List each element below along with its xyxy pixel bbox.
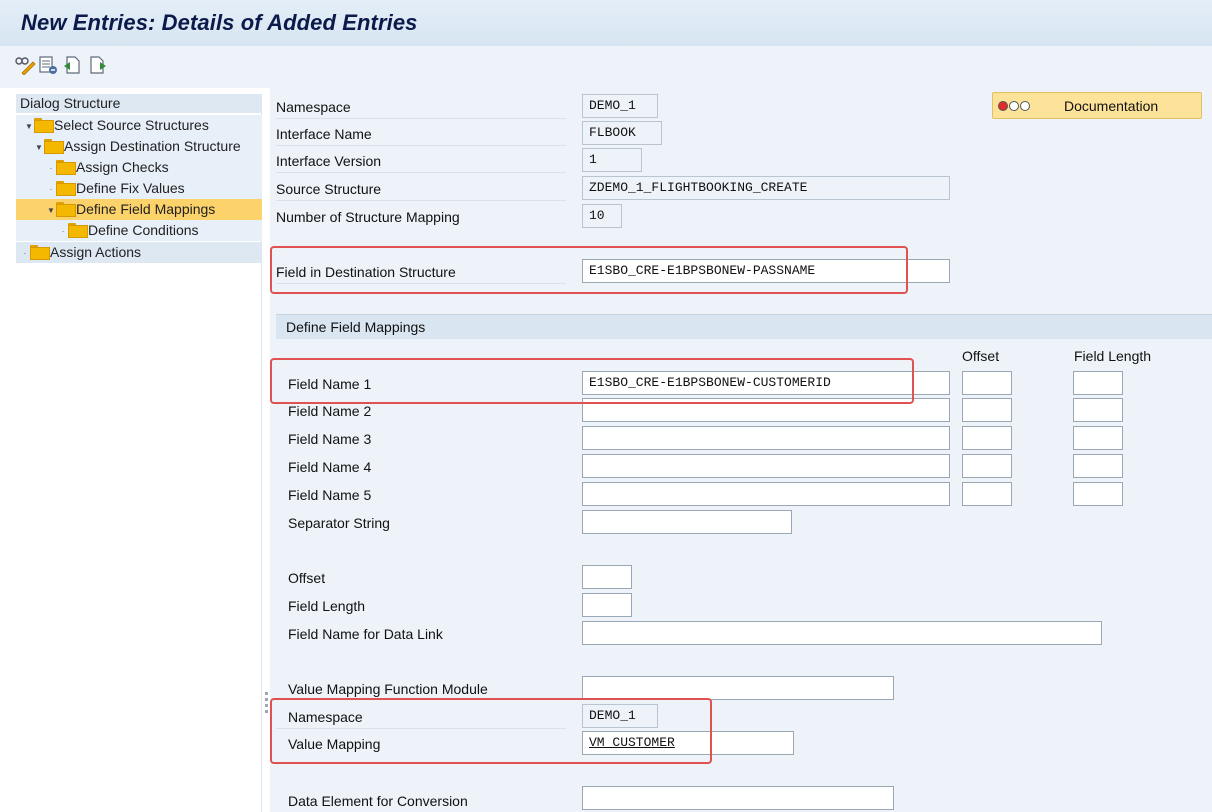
tree-item-assign-checks[interactable]: · Assign Checks [16,157,262,178]
row-divider [276,283,566,284]
field-name-4-length-input[interactable] [1073,454,1123,478]
expand-arrow-icon[interactable]: ▼ [24,116,34,137]
tree-item-define-conditions[interactable]: · Define Conditions [16,220,262,241]
data-link-label: Field Name for Data Link [288,626,443,642]
value-mapping-fm-label: Value Mapping Function Module [288,681,488,697]
offset-label: Offset [288,570,326,586]
tree-item-assign-actions[interactable]: · Assign Actions [16,242,262,263]
expand-arrow-icon[interactable]: ▼ [34,137,44,158]
source-structure-label: Source Structure [276,181,382,197]
field-length-label: Field Length [288,598,366,614]
field-name-2-input[interactable] [582,398,950,422]
separator-string-input[interactable] [582,510,792,534]
field-length-input[interactable] [582,593,632,617]
title-bar: New Entries: Details of Added Entries [0,0,1212,46]
folder-icon [56,160,76,175]
field-name-3-length-input[interactable] [1073,426,1123,450]
source-structure-field: ZDEMO_1_FLIGHTBOOKING_CREATE [582,176,950,200]
field-name-5-offset-input[interactable] [962,482,1012,506]
value-mapping-fm-input[interactable] [582,676,894,700]
page-title: New Entries: Details of Added Entries [21,10,418,35]
field-name-3-offset-input[interactable] [962,426,1012,450]
field-name-4-input[interactable] [582,454,950,478]
vm-namespace-field: DEMO_1 [582,704,658,728]
destination-field-input[interactable]: E1SBO_CRE-E1BPSBONEW-PASSNAME [582,259,950,283]
folder-icon [44,139,64,154]
field-name-1-length-input[interactable] [1073,371,1123,395]
field-name-2-length-input[interactable] [1073,398,1123,422]
field-name-3-input[interactable] [582,426,950,450]
open-folder-icon [56,202,76,217]
num-structure-mapping-label: Number of Structure Mapping [276,209,460,225]
dialog-structure-header: Dialog Structure [16,94,262,113]
tree-item-define-field-mappings[interactable]: ▼ Define Field Mappings [16,199,262,220]
field-name-1-label: Field Name 1 [288,376,372,392]
leaf-dot-icon: · [49,184,53,194]
field-name-5-label: Field Name 5 [288,487,372,503]
previous-entry-icon[interactable] [62,55,82,75]
folder-icon [34,118,54,133]
tree-item-label: Assign Checks [76,159,169,175]
folder-icon [30,245,50,260]
data-element-conversion-input[interactable] [582,786,894,810]
data-link-input[interactable] [582,621,1102,645]
row-divider [276,145,566,146]
tree-item-assign-destination-structure[interactable]: ▼ Assign Destination Structure [16,136,262,157]
folder-icon [68,223,88,238]
field-name-5-length-input[interactable] [1073,482,1123,506]
interface-version-field: 1 [582,148,642,172]
documentation-label: Documentation [1064,98,1159,114]
row-divider [276,200,566,201]
tree-item-label: Assign Destination Structure [64,138,241,154]
field-name-3-label: Field Name 3 [288,431,372,447]
field-name-2-label: Field Name 2 [288,403,372,419]
field-length-column-header: Field Length [1074,348,1152,364]
interface-version-label: Interface Version [276,153,382,169]
offset-column-header: Offset [962,348,1000,364]
expand-arrow-icon[interactable]: ▼ [46,200,56,221]
dialog-structure-panel: Dialog Structure ▼ Select Source Structur… [16,94,262,812]
row-divider [276,172,566,173]
application-toolbar [0,46,1212,88]
field-mappings-group-header: Define Field Mappings [276,315,1212,339]
row-divider [276,728,566,729]
offset-input[interactable] [582,565,632,589]
documentation-button[interactable]: Documentation [992,92,1202,119]
tree-item-label: Define Field Mappings [76,201,216,217]
field-name-1-offset-input[interactable] [962,371,1012,395]
num-structure-mapping-field: 10 [582,204,622,228]
data-element-conversion-label: Data Element for Conversion [288,793,468,809]
display-change-icon[interactable] [14,55,36,76]
leaf-dot-icon: · [23,248,27,258]
row-divider [276,118,566,119]
namespace-label: Namespace [276,99,351,115]
value-mapping-label: Value Mapping [288,736,381,752]
separator-string-label: Separator String [288,515,390,531]
tree-item-label: Define Conditions [88,222,199,238]
field-name-1-input[interactable]: E1SBO_CRE-E1BPSBONEW-CUSTOMERID [582,371,950,395]
field-name-2-offset-input[interactable] [962,398,1012,422]
tree-item-select-source-structures[interactable]: ▼ Select Source Structures [16,115,262,136]
interface-name-field: FLBOOK [582,121,662,145]
folder-icon [56,181,76,196]
delete-icon[interactable] [38,55,58,75]
field-name-4-label: Field Name 4 [288,459,372,475]
field-name-4-offset-input[interactable] [962,454,1012,478]
destination-field-label: Field in Destination Structure [276,264,456,280]
tree-item-label: Define Fix Values [76,180,185,196]
panel-splitter[interactable] [265,692,268,716]
value-mapping-input[interactable]: VM_CUSTOMER [582,731,794,755]
tree-item-define-fix-values[interactable]: · Define Fix Values [16,178,262,199]
next-entry-icon[interactable] [88,55,108,75]
leaf-dot-icon: · [49,163,53,173]
tree-item-label: Assign Actions [50,244,142,260]
leaf-dot-icon: · [61,226,65,236]
interface-name-label: Interface Name [276,126,372,142]
vm-namespace-label: Namespace [288,709,363,725]
status-lights-icon [998,101,1030,111]
namespace-field: DEMO_1 [582,94,658,118]
tree-item-label: Select Source Structures [54,117,209,133]
field-name-5-input[interactable] [582,482,950,506]
